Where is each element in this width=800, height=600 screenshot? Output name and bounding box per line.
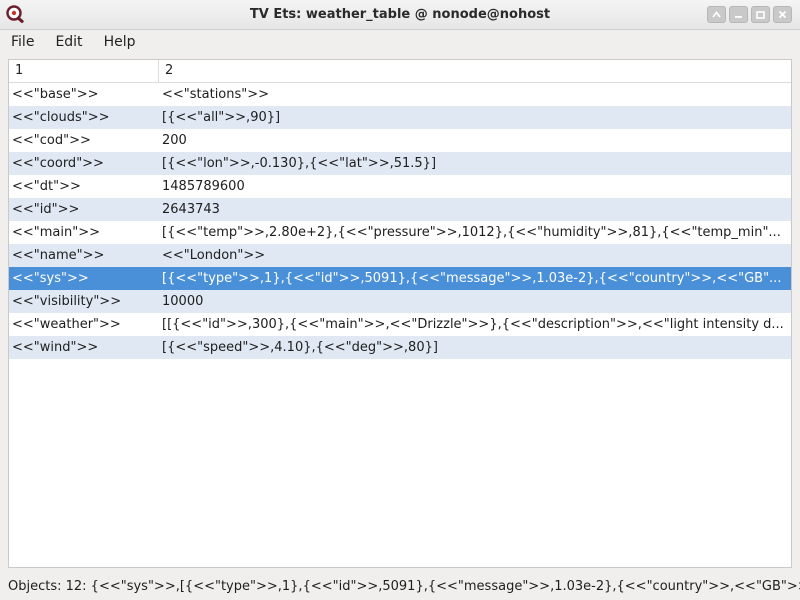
row-key-cell: <<"base">> — [12, 87, 99, 102]
maximize-icon — [756, 10, 765, 19]
close-button[interactable] — [773, 6, 792, 23]
table-row[interactable]: <<"weather">> [[{<<"id">>,300},{<<"main">… — [9, 313, 791, 336]
minimize-button[interactable] — [729, 6, 748, 23]
row-key-cell: <<"cod">> — [12, 133, 91, 148]
window-controls — [707, 6, 792, 23]
table-row[interactable]: <<"sys">> [{<<"type">>,1},{<<"id">>,5091}… — [9, 267, 791, 290]
menu-edit[interactable]: Edit — [44, 34, 92, 50]
row-value-cell: [[{<<"id">>,300},{<<"main">>,<<"Drizzle"… — [162, 317, 784, 332]
table-row[interactable]: <<"id">> 2643743 — [9, 198, 791, 221]
table-row[interactable]: <<"clouds">> [{<<"all">>,90}] — [9, 106, 791, 129]
table-row[interactable]: <<"cod">> 200 — [9, 129, 791, 152]
close-icon — [778, 10, 787, 19]
table-header: 1 2 — [9, 60, 791, 83]
status-bar: Objects: 12: {<<"sys">>,[{<<"type">>,1},… — [8, 579, 800, 594]
table-row[interactable]: <<"wind">> [{<<"speed">>,4.10},{<<"deg">>… — [9, 336, 791, 359]
table-row[interactable]: <<"dt">> 1485789600 — [9, 175, 791, 198]
row-key-cell: <<"coord">> — [12, 156, 104, 171]
row-key-cell: <<"main">> — [12, 225, 101, 240]
row-key-cell: <<"wind">> — [12, 340, 99, 355]
row-value-cell: [{<<"lon">>,-0.130},{<<"lat">>,51.5}] — [162, 156, 437, 171]
menu-help[interactable]: Help — [93, 34, 146, 50]
column-header-2[interactable]: 2 — [159, 60, 791, 82]
menu-file[interactable]: File — [0, 34, 44, 50]
minimize-icon — [735, 16, 742, 18]
row-key-cell: <<"weather">> — [12, 317, 121, 332]
row-value-cell: <<"stations">> — [162, 87, 270, 102]
row-value-cell: <<"London">> — [162, 248, 266, 263]
chevron-up-icon — [712, 11, 721, 18]
row-value-cell: [{<<"temp">>,2.80e+2},{<<"pressure">>,10… — [162, 225, 781, 240]
row-key-cell: <<"clouds">> — [12, 110, 110, 125]
row-value-cell: 1485789600 — [162, 179, 245, 194]
row-key-cell: <<"visibility">> — [12, 294, 122, 309]
menu-bar: File Edit Help — [0, 30, 800, 54]
row-value-cell: 2643743 — [162, 202, 220, 217]
row-value-cell: [{<<"type">>,1},{<<"id">>,5091},{<<"mess… — [162, 271, 782, 286]
table-body: <<"base">> <<"stations">> <<"clouds">> [{<<… — [9, 83, 791, 359]
table-row[interactable]: <<"coord">> [{<<"lon">>,-0.130},{<<"lat">… — [9, 152, 791, 175]
row-value-cell: [{<<"speed">>,4.10},{<<"deg">>,80}] — [162, 340, 438, 355]
row-value-cell: [{<<"all">>,90}] — [162, 110, 281, 125]
row-key-cell: <<"id">> — [12, 202, 80, 217]
row-key-cell: <<"dt">> — [12, 179, 81, 194]
table-row[interactable]: <<"visibility">> 10000 — [9, 290, 791, 313]
maximize-button[interactable] — [751, 6, 770, 23]
table-row[interactable]: <<"name">> <<"London">> — [9, 244, 791, 267]
ets-table[interactable]: 1 2 <<"base">> <<"stations">> <<"clouds">>… — [8, 59, 792, 568]
title-bar[interactable]: TV Ets: weather_table @ nonode@nohost — [0, 0, 800, 30]
row-key-cell: <<"name">> — [12, 248, 105, 263]
table-row[interactable]: <<"main">> [{<<"temp">>,2.80e+2},{<<"pres… — [9, 221, 791, 244]
column-header-1[interactable]: 1 — [9, 60, 159, 82]
shade-button[interactable] — [707, 6, 726, 23]
row-value-cell: 200 — [162, 133, 187, 148]
row-key-cell: <<"sys">> — [12, 271, 89, 286]
table-row[interactable]: <<"base">> <<"stations">> — [9, 83, 791, 106]
row-value-cell: 10000 — [162, 294, 204, 309]
window-title: TV Ets: weather_table @ nonode@nohost — [249, 7, 551, 22]
